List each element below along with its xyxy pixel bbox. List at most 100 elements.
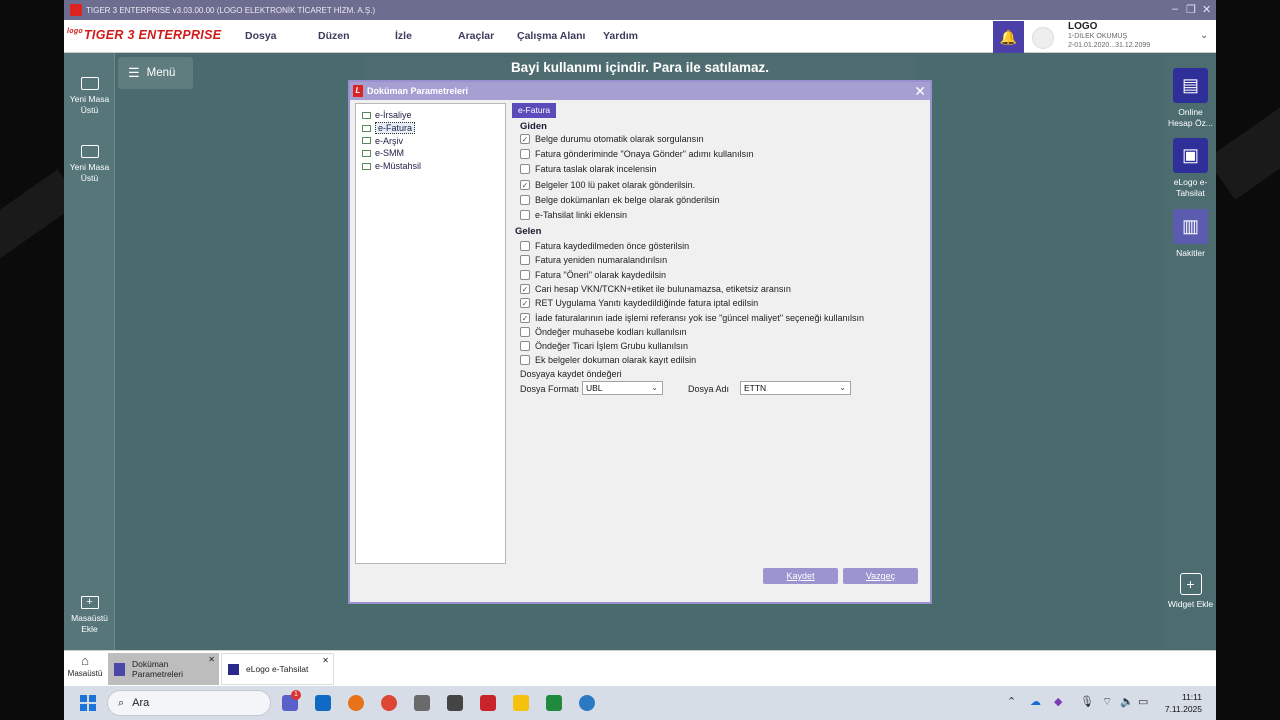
taskbar-tab-dokuman-parametreleri[interactable]: Doküman Parametreleri ✕: [108, 653, 219, 685]
checkbox-unchecked[interactable]: [520, 164, 530, 175]
checkbox-label: Belge durumu otomatik olarak sorgulansın: [535, 134, 704, 144]
cloud-icon[interactable]: ☁: [1030, 695, 1041, 708]
checkbox-row[interactable]: Fatura gönderiminde "Onaya Gönder" adımı…: [520, 148, 754, 160]
checkbox-checked[interactable]: ✓: [520, 134, 530, 144]
checkbox-unchecked[interactable]: [520, 194, 530, 205]
tab-e-fatura[interactable]: e-Fatura: [512, 103, 557, 118]
firefox-icon[interactable]: [348, 695, 364, 711]
bell-icon[interactable]: 🔔: [993, 21, 1024, 53]
speaker-icon[interactable]: 🔈: [1120, 695, 1134, 708]
logo-app-icon[interactable]: [447, 695, 463, 711]
sticky-notes-icon[interactable]: [513, 695, 529, 711]
elogo-etahsilat-widget[interactable]: ▣ eLogo e-Tahsilat: [1165, 138, 1216, 199]
minimize-icon[interactable]: –: [1172, 3, 1178, 15]
tree-item-e-arsiv[interactable]: e-Arşiv: [356, 134, 505, 147]
menu-izle[interactable]: İzle: [395, 30, 412, 42]
chevron-up-icon[interactable]: ⌃: [1007, 695, 1016, 708]
tree-item-e-smm[interactable]: e-SMM: [356, 147, 505, 160]
file-name-label: Dosya Adı: [688, 384, 730, 394]
checkbox-row[interactable]: Fatura taslak olarak incelensin: [520, 163, 657, 175]
close-icon[interactable]: ✕: [1202, 3, 1211, 16]
checkbox-row[interactable]: Fatura yeniden numaralandırılsın: [520, 254, 667, 266]
left-sidebar: Yeni Masa Üstü Yeni Masa Üstü + Masaüstü…: [64, 53, 115, 650]
file-name-select[interactable]: ETTN ⌄: [740, 381, 851, 395]
nakitler-widget[interactable]: ▥ Nakitler: [1165, 209, 1216, 259]
checkbox-row[interactable]: ✓ Belge durumu otomatik olarak sorgulansı…: [520, 133, 704, 145]
taskbar-tab-elogo-etahsilat[interactable]: eLogo e-Tahsilat ✕: [221, 653, 334, 685]
checkbox-row[interactable]: Öndeğer Ticari İşlem Grubu kullanılsın: [520, 340, 688, 352]
checkbox-row[interactable]: ✓ Belgeler 100 lü paket olarak gönderilsi…: [520, 179, 695, 191]
checkbox-checked[interactable]: ✓: [520, 298, 530, 309]
tiger-app-icon[interactable]: [480, 695, 496, 711]
logo-icon: L: [353, 85, 363, 97]
checkbox-row[interactable]: Ek belgeler dokuman olarak kayıt edilsin: [520, 354, 696, 366]
checkbox-label: Öndeğer muhasebe kodları kullanılsın: [535, 326, 687, 337]
excel-icon[interactable]: [546, 695, 562, 711]
checkbox-label: Fatura kaydedilmeden önce gösterilsin: [535, 241, 690, 251]
new-desktop-2[interactable]: Yeni Masa Üstü: [64, 145, 115, 184]
checkbox-row[interactable]: ✓ İade faturalarının iade işlemi referans…: [520, 312, 864, 324]
add-desktop[interactable]: + Masaüstü Ekle: [64, 596, 115, 635]
chevron-down-icon: ⌄: [839, 383, 846, 392]
add-widget[interactable]: + Widget Ekle: [1165, 573, 1216, 610]
checkbox-label: Fatura yeniden numaralandırılsın: [535, 255, 668, 266]
menu-dosya[interactable]: Dosya: [245, 30, 277, 42]
checkbox-row[interactable]: ✓ Cari hesap VKN/TCKN+etiket ile bulunama…: [520, 283, 791, 295]
tree-node-icon: [362, 111, 371, 119]
battery-icon[interactable]: ▭: [1138, 695, 1148, 708]
chevron-down-icon[interactable]: ⌄: [1200, 30, 1208, 41]
home-icon: ⌂: [81, 653, 89, 668]
wifi-icon[interactable]: ⌔: [1102, 695, 1112, 709]
checkbox-unchecked[interactable]: [520, 149, 530, 160]
checkbox-row[interactable]: Öndeğer muhasebe kodları kullanılsın: [520, 326, 687, 338]
snowflake-icon[interactable]: [579, 695, 595, 711]
cancel-button[interactable]: Vazgeç: [843, 568, 918, 584]
close-icon[interactable]: ✕: [208, 655, 215, 664]
online-hesap-widget[interactable]: ▤ Online Hesap Öz...: [1165, 68, 1216, 129]
checkbox-unchecked[interactable]: [520, 355, 530, 366]
checkbox-row[interactable]: Belge dokümanları ek belge olarak gönder…: [520, 194, 720, 206]
checkbox-checked[interactable]: ✓: [520, 179, 530, 190]
taskbar-search[interactable]: ⌕ Ara: [107, 690, 271, 716]
tool-icon[interactable]: [414, 695, 430, 711]
checkbox-unchecked[interactable]: [520, 341, 530, 352]
new-desktop-1[interactable]: Yeni Masa Üstü: [64, 77, 115, 116]
avatar[interactable]: [1032, 27, 1054, 49]
save-button[interactable]: Kaydet: [763, 568, 838, 584]
checkbox-unchecked[interactable]: [520, 269, 530, 280]
right-sidebar: ▤ Online Hesap Öz... ▣ eLogo e-Tahsilat …: [1165, 53, 1216, 650]
home-desktop-button[interactable]: ⌂ Masaüstü: [64, 653, 106, 685]
close-icon[interactable]: ✕: [322, 656, 329, 665]
tree-item-e-irsaliye[interactable]: e-İrsaliye: [356, 109, 505, 122]
menu-button[interactable]: ☰ Menü: [118, 57, 193, 89]
menu-araclar[interactable]: Araçlar: [458, 30, 494, 42]
checkbox-row[interactable]: e-Tahsilat linki eklensin: [520, 209, 627, 221]
outlook-icon[interactable]: [315, 695, 331, 711]
document-icon: ▤: [1173, 68, 1208, 103]
microphone-icon[interactable]: 🎙: [1080, 695, 1094, 708]
menu-yardim[interactable]: Yardım: [603, 30, 638, 42]
menu-duzen[interactable]: Düzen: [318, 30, 350, 42]
file-format-select[interactable]: UBL ⌄: [582, 381, 663, 395]
checkbox-unchecked[interactable]: [520, 210, 530, 220]
tree-item-e-fatura[interactable]: e-Fatura: [356, 122, 505, 135]
close-icon[interactable]: ✕: [914, 83, 926, 100]
checkbox-row[interactable]: ✓ RET Uygulama Yanıtı kaydedildiğinde fat…: [520, 297, 758, 309]
tree-item-e-mustahsil[interactable]: e-Müstahsil: [356, 160, 505, 173]
window-title: TIGER 3 ENTERPRISE v3.03.00.00 (LOGO ELE…: [86, 5, 376, 15]
checkbox-unchecked[interactable]: [520, 241, 530, 251]
windows-start-icon[interactable]: [80, 695, 96, 711]
checkbox-checked[interactable]: ✓: [520, 312, 530, 323]
checkbox-checked[interactable]: ✓: [520, 283, 530, 294]
checkbox-row[interactable]: Fatura "Öneri" olarak kaydedilsin: [520, 269, 666, 281]
user-info[interactable]: LOGO 1-DİLEK OKUMUŞ 2-01.01.2020...31.12…: [1068, 21, 1150, 50]
checkbox-row[interactable]: Fatura kaydedilmeden önce gösterilsin: [520, 240, 689, 252]
menu-calisma-alani[interactable]: Çalışma Alanı: [517, 30, 585, 42]
clock[interactable]: 11:11 7.11.2025: [1165, 691, 1202, 715]
section-gelen: Gelen: [515, 226, 542, 237]
tray-app-icon[interactable]: ◆: [1054, 695, 1062, 708]
checkbox-unchecked[interactable]: [520, 255, 530, 266]
chrome-icon[interactable]: [381, 695, 397, 711]
checkbox-unchecked[interactable]: [520, 326, 530, 337]
maximize-icon[interactable]: ❐: [1186, 3, 1196, 16]
